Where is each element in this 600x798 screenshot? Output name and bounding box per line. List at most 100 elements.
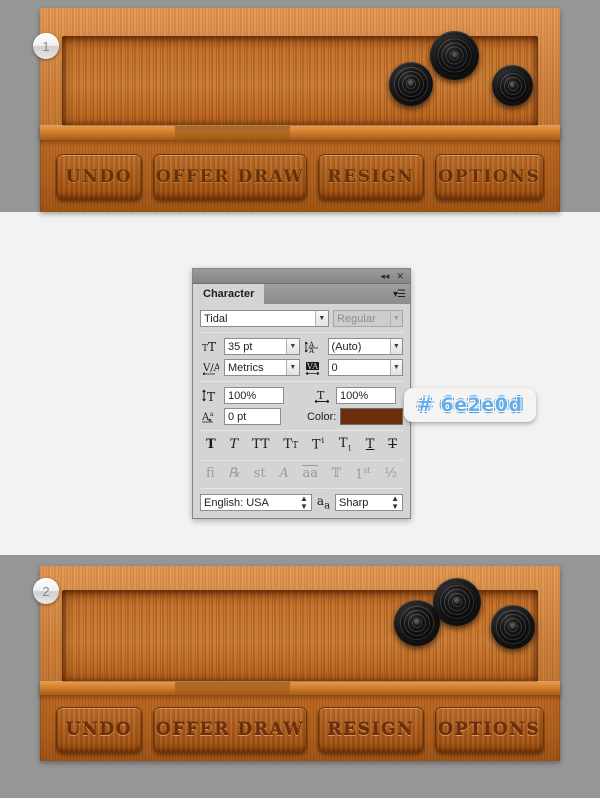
- panel-body: ▼ ▼ TT ▼ AA ▼: [193, 304, 410, 519]
- step-1-screenshot: UNDO OFFER DRAW RESIGN OPTIONS: [0, 0, 600, 212]
- leading-chevron-down-icon[interactable]: ▼: [389, 339, 402, 354]
- divider: [200, 430, 403, 431]
- swash-button[interactable]: A: [279, 467, 288, 480]
- undo-button[interactable]: UNDO: [56, 154, 142, 200]
- superscript-button[interactable]: T1: [312, 438, 325, 452]
- kerning-chevron-down-icon[interactable]: ▼: [286, 360, 299, 375]
- color-value-text: # 6e2e0d: [417, 394, 523, 416]
- divider: [200, 332, 403, 333]
- button-tray: UNDO OFFER DRAW RESIGN OPTIONS: [40, 695, 560, 761]
- baseline-shift-input[interactable]: [225, 409, 280, 424]
- offer-draw-button[interactable]: OFFER DRAW: [152, 707, 308, 753]
- font-size-icon: TT: [200, 338, 220, 355]
- type-style-buttons-row: T T TT TT T1 T1 T T: [200, 436, 403, 455]
- checker-piece-center[interactable]: [430, 31, 479, 80]
- language-antialias-row: English: USA ▲ ▼ aa Sharp ▲ ▼: [200, 494, 403, 511]
- step-badge-1: 1: [33, 33, 59, 59]
- checker-piece-left[interactable]: [389, 62, 433, 106]
- svg-text:T: T: [208, 340, 216, 353]
- text-color-swatch[interactable]: [340, 408, 403, 425]
- options-button[interactable]: OPTIONS: [434, 707, 544, 753]
- font-family-input[interactable]: [201, 311, 315, 326]
- svg-text:a: a: [210, 411, 214, 418]
- resign-button-label: RESIGN: [327, 720, 415, 740]
- checker-piece-center[interactable]: [433, 578, 481, 626]
- standard-ligatures-button[interactable]: fi: [206, 467, 215, 480]
- font-size-field[interactable]: ▼: [224, 338, 300, 355]
- underline-button[interactable]: T: [366, 438, 375, 451]
- close-icon[interactable]: ✕: [396, 271, 404, 281]
- tabbar-spacer: [264, 284, 393, 304]
- fractions-button[interactable]: ½: [384, 467, 397, 480]
- contextual-alternates-button[interactable]: ℞: [228, 467, 240, 480]
- baseline-shift-field[interactable]: [224, 408, 281, 425]
- font-family-field[interactable]: ▼: [200, 310, 330, 327]
- font-style-chevron-down-icon[interactable]: ▼: [389, 311, 402, 326]
- tracking-icon: VA: [304, 359, 324, 376]
- vertical-scale-field[interactable]: [224, 387, 284, 404]
- svg-text:A: A: [202, 412, 210, 423]
- strikethrough-button[interactable]: T: [388, 438, 397, 451]
- checker-piece-right[interactable]: [492, 65, 533, 106]
- stylistic-alternates-button[interactable]: aa: [302, 467, 318, 480]
- antialias-select-value: Sharp: [339, 496, 369, 509]
- small-caps-button[interactable]: TT: [283, 438, 298, 451]
- collapse-icon[interactable]: ◂◂: [380, 271, 389, 281]
- options-button-label: OPTIONS: [438, 167, 541, 187]
- ordinals-button[interactable]: 1st: [355, 466, 371, 481]
- undo-button[interactable]: UNDO: [56, 707, 142, 753]
- font-style-input[interactable]: [334, 311, 390, 326]
- offer-draw-button-label: OFFER DRAW: [155, 720, 305, 740]
- font-size-input[interactable]: [225, 339, 287, 354]
- horizontal-scale-field[interactable]: [336, 387, 396, 404]
- resign-button[interactable]: RESIGN: [318, 707, 424, 753]
- color-value-callout: # 6e2e0d: [404, 388, 536, 422]
- options-button[interactable]: OPTIONS: [434, 154, 544, 200]
- board-ledge: [40, 126, 560, 140]
- tab-character[interactable]: Character: [193, 284, 265, 304]
- offer-draw-button-label: OFFER DRAW: [155, 167, 305, 187]
- offer-draw-button[interactable]: OFFER DRAW: [152, 154, 308, 200]
- tracking-field[interactable]: ▼: [327, 359, 403, 376]
- leading-input[interactable]: [328, 339, 390, 354]
- anti-alias-icon: aa: [316, 493, 331, 512]
- tracking-input[interactable]: [328, 360, 390, 375]
- kerning-input[interactable]: [225, 360, 287, 375]
- kerning-row: V/A ▼ VA ▼: [200, 359, 403, 376]
- wooden-board-step-2: UNDO OFFER DRAW RESIGN OPTIONS: [40, 566, 560, 761]
- horizontal-scale-icon: T: [312, 387, 332, 404]
- undo-button-label: UNDO: [65, 720, 133, 740]
- wooden-board-step-1: UNDO OFFER DRAW RESIGN OPTIONS: [40, 8, 560, 212]
- resign-button[interactable]: RESIGN: [318, 154, 424, 200]
- panel-menu-icon[interactable]: ▾☰: [393, 284, 410, 304]
- font-family-row: ▼ ▼: [200, 310, 403, 327]
- faux-bold-button[interactable]: T: [206, 438, 216, 451]
- subscript-button[interactable]: T1: [339, 437, 352, 453]
- language-stepper-icon[interactable]: ▲ ▼: [300, 495, 308, 510]
- titling-alternates-button[interactable]: 𝕋: [332, 467, 342, 480]
- horizontal-scale-input[interactable]: [337, 388, 395, 403]
- antialias-select[interactable]: Sharp ▲ ▼: [335, 494, 403, 512]
- kerning-icon: V/A: [200, 359, 220, 376]
- tracking-chevron-down-icon[interactable]: ▼: [389, 360, 402, 375]
- faux-italic-button[interactable]: T: [230, 438, 239, 451]
- language-select[interactable]: English: USA ▲ ▼: [200, 494, 312, 512]
- font-size-row: TT ▼ AA ▼: [200, 338, 403, 355]
- font-style-field[interactable]: ▼: [333, 310, 403, 327]
- checker-piece-right[interactable]: [491, 605, 535, 649]
- leading-icon: AA: [304, 338, 324, 355]
- discretionary-ligatures-button[interactable]: st: [254, 467, 266, 480]
- character-panel: ◂◂ ✕ Character ▾☰ ▼ ▼ TT ▼: [192, 268, 411, 520]
- baseline-shift-icon: Aa: [200, 408, 220, 425]
- kerning-field[interactable]: ▼: [224, 359, 300, 376]
- divider: [200, 487, 403, 489]
- vertical-scale-input[interactable]: [225, 388, 283, 403]
- font-family-chevron-down-icon[interactable]: ▼: [314, 311, 329, 326]
- font-size-chevron-down-icon[interactable]: ▼: [286, 339, 299, 354]
- options-button-label: OPTIONS: [438, 720, 541, 740]
- panel-tabbar: Character ▾☰: [193, 284, 410, 304]
- all-caps-button[interactable]: TT: [252, 438, 270, 451]
- antialias-stepper-icon[interactable]: ▲ ▼: [391, 495, 399, 510]
- leading-field[interactable]: ▼: [327, 338, 403, 355]
- svg-text:T: T: [317, 389, 325, 402]
